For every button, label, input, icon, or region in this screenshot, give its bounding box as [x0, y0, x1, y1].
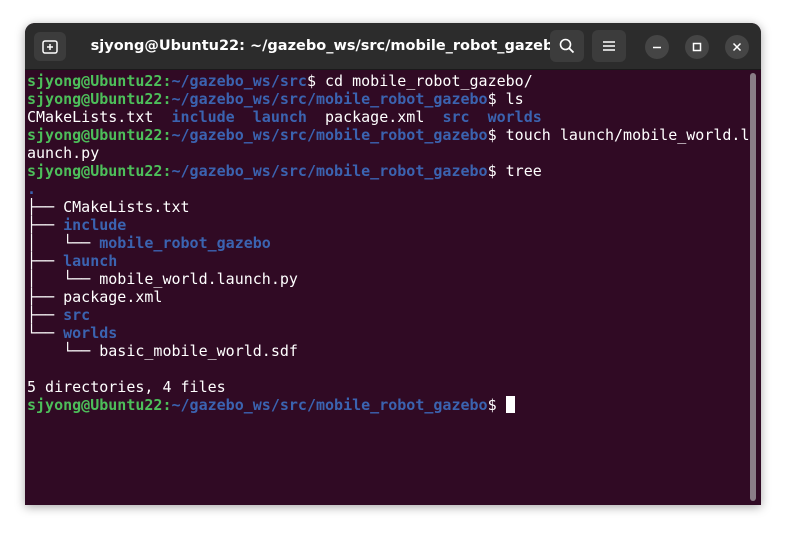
- prompt-path: ~/gazebo_ws/src/mobile_robot_gazebo: [171, 90, 488, 108]
- tree-directory: launch: [63, 252, 118, 270]
- output-text: aunch.py: [27, 144, 100, 162]
- terminal-line: ├── CMakeLists.txt: [27, 198, 747, 216]
- search-icon: [559, 38, 575, 54]
- terminal-line: ├── include: [27, 216, 747, 234]
- terminal-line: sjyong@Ubuntu22:~/gazebo_ws/src/mobile_r…: [27, 90, 747, 108]
- prompt-symbol: $: [487, 162, 497, 180]
- terminal-line: sjyong@Ubuntu22:~/gazebo_ws/src/mobile_r…: [27, 162, 747, 180]
- command-text: ls: [496, 90, 524, 108]
- maximize-button[interactable]: [685, 35, 709, 59]
- prompt-path: ~/gazebo_ws/src: [171, 72, 307, 90]
- close-icon: [732, 42, 742, 52]
- tree-branch: ├──: [27, 198, 64, 216]
- minimize-icon: [653, 46, 661, 49]
- ls-directory: include: [171, 108, 235, 126]
- terminal-line: └── worlds: [27, 324, 747, 342]
- ls-directory: worlds: [487, 108, 542, 126]
- command-text: [497, 396, 506, 414]
- terminal-line: └── basic_mobile_world.sdf: [27, 342, 747, 360]
- tree-branch: ├──: [27, 306, 64, 324]
- terminal-line: ├── src: [27, 306, 747, 324]
- terminal-line: sjyong@Ubuntu22:~/gazebo_ws/src/mobile_r…: [27, 126, 750, 144]
- prompt-user: sjyong@Ubuntu22: [27, 396, 163, 414]
- tree-branch: │ └──: [27, 234, 100, 252]
- prompt-path: ~/gazebo_ws/src/mobile_robot_gazebo: [171, 162, 488, 180]
- minimize-button[interactable]: [645, 35, 669, 59]
- prompt-separator: :: [162, 162, 172, 180]
- close-button[interactable]: [725, 35, 749, 59]
- scrollbar[interactable]: [750, 73, 756, 501]
- prompt-separator: :: [162, 72, 172, 90]
- ls-directory: launch: [252, 108, 307, 126]
- tree-file: CMakeLists.txt: [63, 198, 190, 216]
- prompt-symbol: $: [487, 396, 497, 414]
- terminal-line: .: [27, 180, 747, 198]
- terminal-output[interactable]: sjyong@Ubuntu22:~/gazebo_ws/src$ cd mobi…: [27, 72, 750, 502]
- search-button[interactable]: [550, 30, 584, 62]
- hamburger-menu-icon: [603, 41, 615, 51]
- tree-branch: ├──: [27, 288, 64, 306]
- ls-directory: src: [442, 108, 470, 126]
- command-text: touch launch/mobile_world.l: [496, 126, 750, 144]
- prompt-separator: :: [162, 126, 172, 144]
- prompt-path: ~/gazebo_ws/src/mobile_robot_gazebo: [171, 396, 488, 414]
- tree-branch: └──: [27, 324, 64, 342]
- ls-file: package.xml: [325, 108, 425, 126]
- prompt-user: sjyong@Ubuntu22: [27, 90, 163, 108]
- command-text: cd mobile_robot_gazebo/: [316, 72, 533, 90]
- tree-branch: ├──: [27, 216, 64, 234]
- tree-directory: include: [63, 216, 127, 234]
- tree-file: basic_mobile_world.sdf: [99, 342, 298, 360]
- prompt-symbol: $: [306, 72, 316, 90]
- tree-branch: └──: [27, 342, 100, 360]
- tree-file: package.xml: [63, 288, 163, 306]
- menu-button[interactable]: [592, 30, 626, 62]
- command-text: tree: [496, 162, 542, 180]
- terminal-line: 5 directories, 4 files: [27, 378, 747, 396]
- tree-branch: │ └──: [27, 270, 100, 288]
- tree-directory: mobile_robot_gazebo: [99, 234, 271, 252]
- terminal-window: sjyong@Ubuntu22: ~/gazebo_ws/src/mobile_…: [25, 23, 761, 505]
- prompt-user: sjyong@Ubuntu22: [27, 72, 163, 90]
- terminal-line: │ └── mobile_world.launch.py: [27, 270, 747, 288]
- terminal-line: CMakeLists.txt include launch package.xm…: [27, 108, 747, 126]
- new-tab-button[interactable]: [34, 32, 66, 61]
- prompt-user: sjyong@Ubuntu22: [27, 126, 163, 144]
- maximize-icon: [692, 42, 702, 52]
- terminal-line: ├── launch: [27, 252, 747, 270]
- prompt-path: ~/gazebo_ws/src/mobile_robot_gazebo: [171, 126, 488, 144]
- window-title: sjyong@Ubuntu22: ~/gazebo_ws/src/mobile_…: [90, 38, 564, 54]
- tree-directory: worlds: [63, 324, 118, 342]
- terminal-line: │ └── mobile_robot_gazebo: [27, 234, 747, 252]
- new-tab-icon: [42, 39, 58, 54]
- prompt-symbol: $: [487, 126, 497, 144]
- prompt-separator: :: [162, 396, 172, 414]
- tree-root: .: [27, 180, 37, 198]
- ls-file: CMakeLists.txt: [27, 108, 154, 126]
- prompt-symbol: $: [487, 90, 497, 108]
- tree-directory: src: [63, 306, 91, 324]
- terminal-line: sjyong@Ubuntu22:~/gazebo_ws/src$ cd mobi…: [27, 72, 747, 90]
- prompt-separator: :: [162, 90, 172, 108]
- tree-file: mobile_world.launch.py: [99, 270, 298, 288]
- text-cursor: [505, 396, 515, 413]
- output-text: 5 directories, 4 files: [27, 378, 226, 396]
- tree-branch: ├──: [27, 252, 64, 270]
- prompt-user: sjyong@Ubuntu22: [27, 162, 163, 180]
- terminal-line: ├── package.xml: [27, 288, 747, 306]
- terminal-line: sjyong@Ubuntu22:~/gazebo_ws/src/mobile_r…: [27, 396, 747, 414]
- terminal-line: aunch.py: [27, 144, 747, 162]
- title-bar: sjyong@Ubuntu22: ~/gazebo_ws/src/mobile_…: [25, 23, 761, 70]
